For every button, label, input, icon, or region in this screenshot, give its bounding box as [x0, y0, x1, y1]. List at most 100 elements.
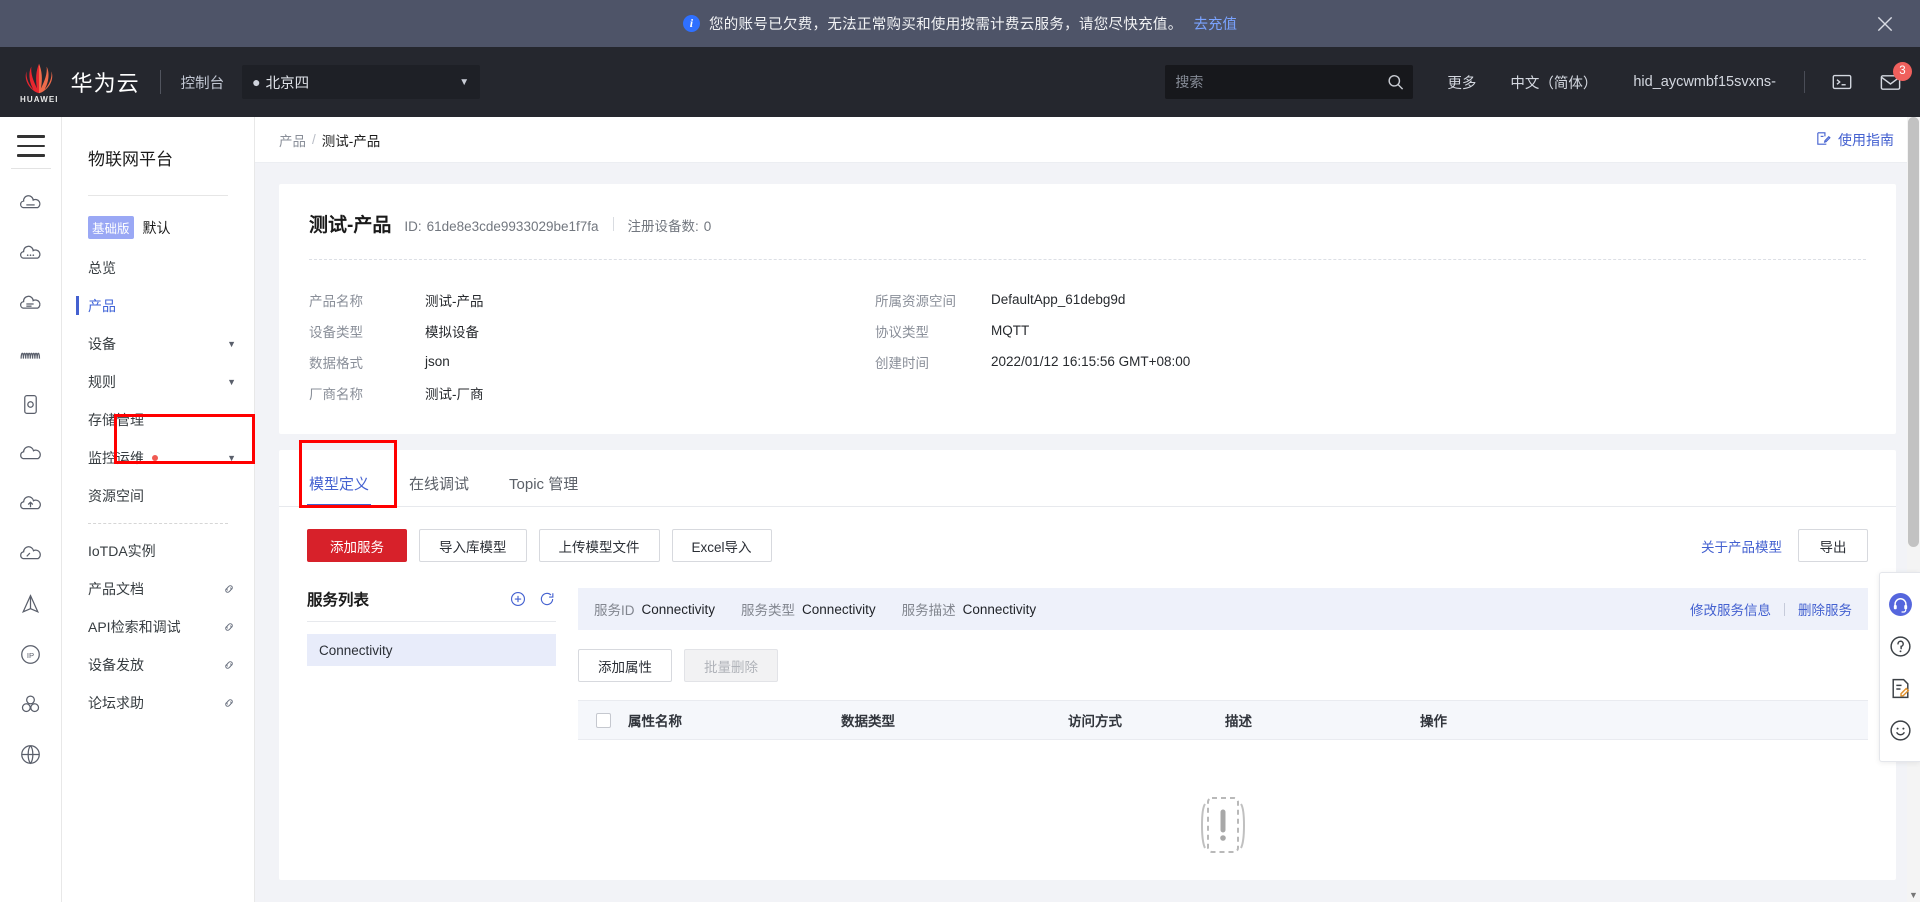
property-toolbar: 添加属性 批量删除 — [578, 630, 1868, 682]
refresh-icon[interactable] — [538, 590, 556, 608]
vertical-scrollbar[interactable]: ▼ — [1907, 117, 1920, 902]
feedback-note-icon[interactable] — [1885, 673, 1915, 703]
info-icon: i — [683, 15, 700, 32]
tab-model-definition[interactable]: 模型定义 — [307, 473, 371, 506]
detail-value: MQTT — [991, 323, 1029, 338]
recharge-link[interactable]: 去充值 — [1194, 13, 1238, 34]
sidebar-item-device-provisioning[interactable]: 设备发放 — [62, 646, 254, 684]
sidebar-item-overview[interactable]: 总览 — [62, 249, 254, 287]
service-icon-rail: IP — [0, 117, 62, 902]
sidebar-item-label: IoTDA实例 — [88, 541, 156, 561]
breadcrumb-root[interactable]: 产品 — [279, 130, 306, 150]
detail-label: 所属资源空间 — [875, 290, 991, 310]
cloud-server-icon[interactable] — [6, 179, 56, 229]
detail-value: 测试-产品 — [425, 290, 484, 310]
upload-model-file-button[interactable]: 上传模型文件 — [539, 529, 660, 562]
service-list-panel: 服务列表 — [307, 588, 556, 854]
region-selector[interactable]: ● 北京四 ▼ — [242, 65, 480, 99]
device-icon[interactable] — [6, 379, 56, 429]
about-product-model-link[interactable]: 关于产品模型 — [1701, 536, 1782, 556]
close-icon[interactable] — [1872, 11, 1898, 37]
sidebar-item-products[interactable]: 产品 — [62, 287, 254, 325]
console-link[interactable]: 控制台 — [181, 72, 225, 93]
import-library-model-button[interactable]: 导入库模型 — [419, 529, 527, 562]
globe-icon[interactable] — [6, 729, 56, 779]
empty-state — [578, 740, 1868, 854]
plus-circle-icon[interactable] — [509, 590, 527, 608]
external-link-icon — [222, 582, 236, 596]
hamburger-icon[interactable] — [17, 135, 45, 157]
cloud-storage-icon[interactable] — [6, 279, 56, 329]
sidebar-item-storage[interactable]: 存储管理 — [62, 401, 254, 439]
add-service-button[interactable]: 添加服务 — [307, 529, 407, 562]
excel-import-button[interactable]: Excel导入 — [672, 529, 772, 562]
ip-circle-icon[interactable]: IP — [6, 629, 56, 679]
sidebar-item-monitoring[interactable]: 监控运维 ▼ — [62, 439, 254, 477]
service-info-bar: 服务ID Connectivity 服务类型 Connectivity 服务描述… — [578, 588, 1868, 630]
search-box[interactable] — [1165, 65, 1413, 99]
column-header-property-name: 属性名称 — [628, 710, 841, 730]
tab-online-debug[interactable]: 在线调试 — [407, 473, 471, 506]
search-input[interactable] — [1175, 74, 1375, 90]
header-divider — [613, 217, 614, 231]
delete-service-link[interactable]: 删除服务 — [1798, 599, 1852, 619]
chevron-down-icon: ▼ — [227, 377, 236, 387]
sidebar-item-rules[interactable]: 规则 ▼ — [62, 363, 254, 401]
scrollbar-thumb[interactable] — [1908, 117, 1919, 547]
new-feature-dot — [152, 455, 158, 461]
select-all-checkbox[interactable] — [596, 713, 611, 728]
product-detail-left-column: 产品名称 测试-产品 设备类型 模拟设备 数据格式 json 厂商名称 — [309, 284, 875, 408]
property-table: 属性名称 数据类型 访问方式 描述 操作 — [578, 700, 1868, 854]
sidebar-item-iotda-instance[interactable]: IoTDA实例 — [62, 532, 254, 570]
sidebar-item-api-explorer[interactable]: API检索和调试 — [62, 608, 254, 646]
external-link-icon — [222, 696, 236, 710]
cloud-plain-icon[interactable] — [6, 429, 56, 479]
nav-username[interactable]: hid_aycwmbf15svxns- — [1633, 74, 1776, 90]
product-info-card: 测试-产品 ID: 61de8e3cde9933029be1f7fa 注册设备数… — [279, 184, 1896, 434]
breadcrumb: 产品 / 测试-产品 使用指南 — [255, 117, 1920, 163]
cloud-speed-icon[interactable] — [6, 529, 56, 579]
detail-value: json — [425, 354, 450, 369]
sidebar-item-label: 产品 — [88, 296, 116, 316]
mail-icon[interactable]: 3 — [1879, 71, 1902, 94]
cloud-dots-icon[interactable] — [6, 229, 56, 279]
usage-guide-label: 使用指南 — [1838, 130, 1894, 150]
terminal-icon[interactable] — [1831, 71, 1853, 93]
huawei-fan-icon — [20, 60, 58, 98]
nav-more[interactable]: 更多 — [1447, 72, 1476, 93]
usage-guide-link[interactable]: 使用指南 — [1815, 130, 1894, 150]
column-header-access-mode: 访问方式 — [1068, 710, 1225, 730]
list-item[interactable]: Connectivity — [307, 634, 556, 666]
product-sidebar: 物联网平台 基础版 默认 总览 产品 设备 ▼ 规则 ▼ 存储管理 — [62, 117, 255, 902]
product-detail-right-column: 所属资源空间 DefaultApp_61debg9d 协议类型 MQTT 创建时… — [875, 284, 1441, 408]
scroll-down-arrow[interactable]: ▼ — [1909, 890, 1918, 900]
sidebar-item-product-docs[interactable]: 产品文档 — [62, 570, 254, 608]
sidebar-item-resource-space[interactable]: 资源空间 — [62, 477, 254, 515]
cloud-upload-icon[interactable] — [6, 479, 56, 529]
tab-topic-management[interactable]: Topic 管理 — [507, 473, 580, 506]
service-desc-value: Connectivity — [963, 602, 1037, 617]
question-circle-icon[interactable] — [1885, 631, 1915, 661]
network-waves-icon[interactable] — [6, 329, 56, 379]
detail-row: 厂商名称 测试-厂商 — [309, 377, 875, 408]
sidebar-menu: 总览 产品 设备 ▼ 规则 ▼ 存储管理 监控运维 ▼ 资源空间 — [62, 249, 254, 722]
detail-value: 测试-厂商 — [425, 383, 484, 403]
sidebar-item-label: 总览 — [88, 258, 116, 278]
cdn-pyramid-icon[interactable] — [6, 579, 56, 629]
sidebar-title: 物联网平台 — [62, 117, 254, 170]
model-definition-card: 模型定义 在线调试 Topic 管理 添加服务 导入库模型 上传模型文件 Exc… — [279, 450, 1896, 880]
edition-row[interactable]: 基础版 默认 — [62, 196, 254, 239]
add-property-button[interactable]: 添加属性 — [578, 649, 672, 682]
sidebar-item-forum-help[interactable]: 论坛求助 — [62, 684, 254, 722]
nav-language[interactable]: 中文（简体） — [1510, 72, 1597, 93]
search-icon[interactable] — [1386, 73, 1405, 92]
molecule-icon[interactable] — [6, 679, 56, 729]
headset-icon[interactable] — [1885, 589, 1915, 619]
huawei-cloud-logo[interactable]: HUAWEI 华为云 — [20, 60, 140, 104]
export-button[interactable]: 导出 — [1798, 529, 1868, 562]
sidebar-item-devices[interactable]: 设备 ▼ — [62, 325, 254, 363]
smiley-icon[interactable] — [1885, 715, 1915, 745]
detail-row: 设备类型 模拟设备 — [309, 315, 875, 346]
edit-service-link[interactable]: 修改服务信息 — [1690, 599, 1771, 619]
breadcrumb-current: 测试-产品 — [322, 130, 381, 150]
